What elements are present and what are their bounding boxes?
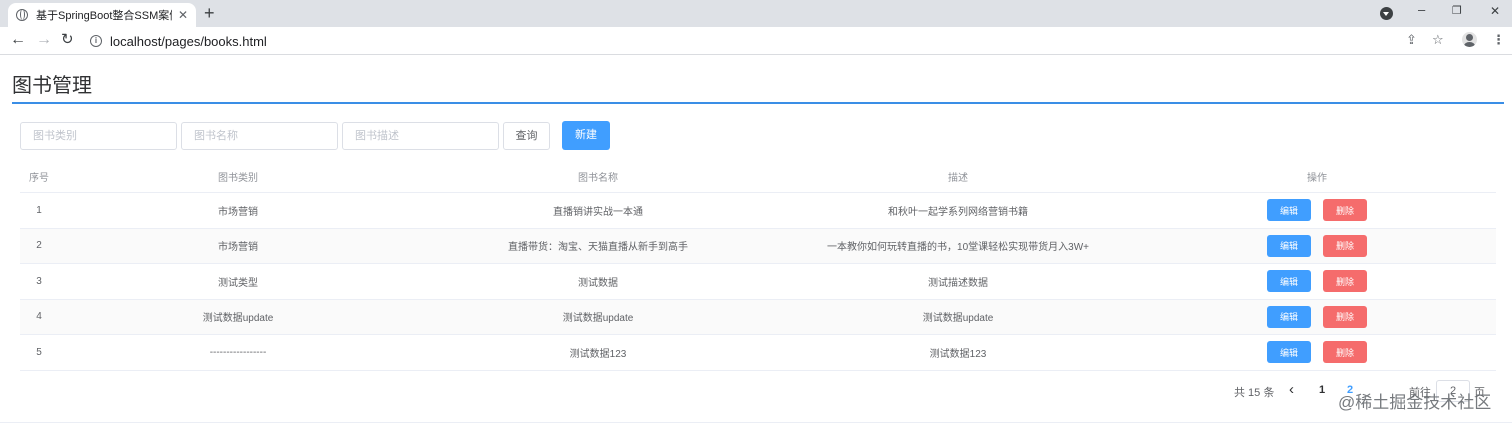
row-description: 一本教你如何玩转直播的书，10堂课轻松实现带货月入3W+ <box>827 242 1089 254</box>
bookmark-star-icon[interactable]: ☆ <box>1432 32 1444 48</box>
row-operations: 编辑 删除 <box>1138 264 1496 299</box>
edit-button[interactable]: 编辑 <box>1267 270 1311 293</box>
header-index: 序号 <box>29 172 49 184</box>
delete-button[interactable]: 删除 <box>1323 270 1367 293</box>
reload-icon[interactable]: ↻ <box>61 31 74 49</box>
row-category: 市场营销 <box>218 242 258 254</box>
edit-button[interactable]: 编辑 <box>1267 199 1311 222</box>
row-name: 测试数据 <box>578 277 618 289</box>
row-index: 4 <box>36 311 42 323</box>
description-filter-input[interactable]: 图书描述 <box>342 122 499 150</box>
row-description: 测试描述数据 <box>928 277 988 289</box>
pagination-total: 共 15 条 <box>1234 387 1275 399</box>
row-description: 测试数据update <box>922 313 994 325</box>
header-description: 描述 <box>948 172 968 184</box>
row-name: 直播带货：淘宝、天猫直播从新手到高手 <box>508 242 688 254</box>
table-row: 3 测试类型 测试数据 测试描述数据 编辑 删除 <box>20 264 1496 300</box>
row-index: 5 <box>36 346 42 358</box>
table-row: 4 测试数据update 测试数据update 测试数据update 编辑 删除 <box>20 299 1496 335</box>
table-row: 5 ----------------- 测试数据123 测试数据123 编辑 删… <box>20 335 1496 371</box>
row-category: ----------------- <box>209 346 267 358</box>
header-category: 图书类别 <box>218 172 258 184</box>
tab-title: 基于SpringBoot整合SSM案例 <box>36 10 172 22</box>
page-bottom-divider <box>0 422 1512 423</box>
url-text: localhost/pages/books.html <box>110 33 267 49</box>
row-category: 市场营销 <box>218 206 258 218</box>
row-name: 直播销讲实战一本通 <box>553 206 643 218</box>
page-title: 图书管理 <box>12 75 92 97</box>
row-operations: 编辑 删除 <box>1138 300 1496 335</box>
row-index: 3 <box>36 275 42 287</box>
new-tab-button[interactable]: + <box>204 4 215 22</box>
forward-icon[interactable]: → <box>36 31 52 49</box>
header-operations: 操作 <box>1307 172 1327 184</box>
row-category: 测试类型 <box>218 277 258 289</box>
edit-button[interactable]: 编辑 <box>1267 341 1311 364</box>
watermark: @稀土掘金技术社区 <box>1338 393 1492 412</box>
row-operations: 编辑 删除 <box>1138 229 1496 264</box>
row-name: 测试数据update <box>562 313 634 325</box>
row-name: 测试数据123 <box>569 348 627 360</box>
browser-toolbar: ← → ↻ i localhost/pages/books.html ⇪ ☆ ⋮ <box>0 27 1512 55</box>
restore-button[interactable]: ❐ <box>1452 4 1462 17</box>
row-category: 测试数据update <box>202 313 274 325</box>
table-header-row: 序号 图书类别 图书名称 描述 操作 <box>20 160 1496 193</box>
browser-tabstrip: 基于SpringBoot整合SSM案例 ✕ + – ❐ ✕ <box>0 0 1512 27</box>
menu-kebab-icon[interactable]: ⋮ <box>1492 32 1505 48</box>
profile-avatar-icon[interactable] <box>1462 32 1477 47</box>
new-book-button[interactable]: 新建 <box>562 121 610 150</box>
address-bar[interactable]: i localhost/pages/books.html <box>84 29 1502 53</box>
table-row: 1 市场营销 直播销讲实战一本通 和秋叶一起学系列网络营销书籍 编辑 删除 <box>20 193 1496 229</box>
row-operations: 编辑 删除 <box>1138 193 1496 228</box>
minimize-button[interactable]: – <box>1418 2 1425 17</box>
window-close-button[interactable]: ✕ <box>1490 4 1500 18</box>
table-row: 2 市场营销 直播带货：淘宝、天猫直播从新手到高手 一本教你如何玩转直播的书，1… <box>20 228 1496 264</box>
delete-button[interactable]: 删除 <box>1323 305 1367 328</box>
info-icon[interactable]: i <box>90 35 102 47</box>
page-1-button[interactable]: 1 <box>1319 384 1325 396</box>
name-filter-input[interactable]: 图书名称 <box>181 122 338 150</box>
row-description: 测试数据123 <box>929 348 987 360</box>
back-icon[interactable]: ← <box>10 31 26 49</box>
category-filter-input[interactable]: 图书类别 <box>20 122 177 150</box>
row-index: 2 <box>36 240 42 252</box>
header-name: 图书名称 <box>578 172 618 184</box>
globe-icon <box>16 9 28 21</box>
row-description: 和秋叶一起学系列网络营销书籍 <box>888 206 1028 218</box>
tab-search-icon[interactable] <box>1380 7 1393 20</box>
tab-close-icon[interactable]: ✕ <box>178 8 188 22</box>
delete-button[interactable]: 删除 <box>1323 234 1367 257</box>
edit-button[interactable]: 编辑 <box>1267 234 1311 257</box>
query-button[interactable]: 查询 <box>503 122 550 150</box>
share-icon[interactable]: ⇪ <box>1406 32 1417 48</box>
browser-tab[interactable]: 基于SpringBoot整合SSM案例 ✕ <box>8 3 196 27</box>
books-table: 序号 图书类别 图书名称 描述 操作 1 市场营销 直播销讲实战一本通 和秋叶一… <box>20 160 1496 371</box>
row-operations: 编辑 删除 <box>1138 335 1496 370</box>
row-index: 1 <box>36 204 42 216</box>
prev-page-icon[interactable]: ‹ <box>1289 381 1294 398</box>
title-divider <box>12 102 1504 104</box>
edit-button[interactable]: 编辑 <box>1267 305 1311 328</box>
delete-button[interactable]: 删除 <box>1323 199 1367 222</box>
delete-button[interactable]: 删除 <box>1323 341 1367 364</box>
